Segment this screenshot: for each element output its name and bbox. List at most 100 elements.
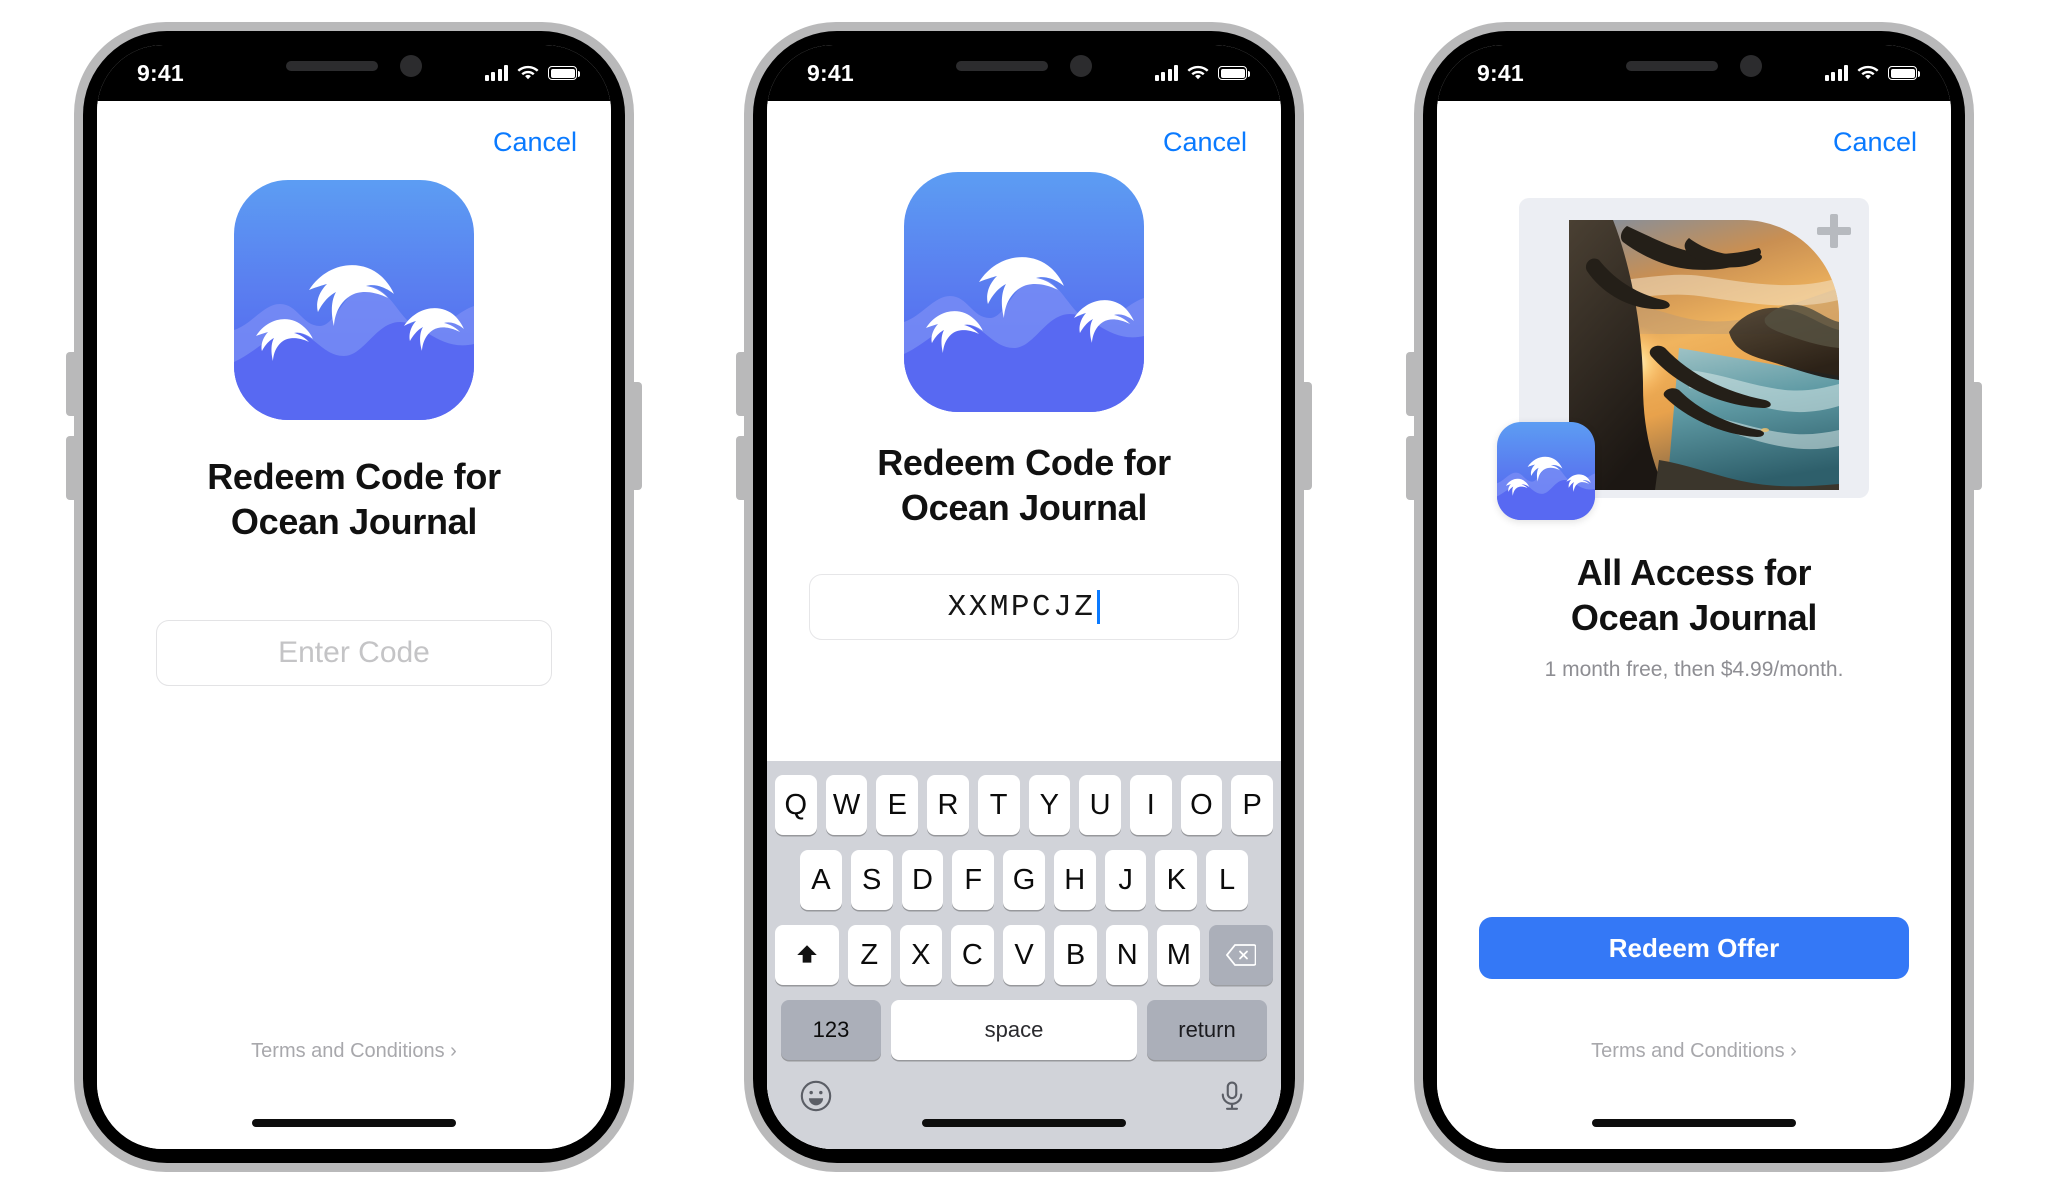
key-w[interactable]: W (825, 775, 868, 835)
front-camera (400, 55, 422, 77)
key-f[interactable]: F (952, 850, 995, 910)
emoji-smiley-icon[interactable] (799, 1079, 833, 1113)
keyboard-row-1: Q W E R T Y U I O P (774, 775, 1274, 835)
screenshot-stage: 9:41 Cancel Redeem Code for Ocean Journa… (0, 0, 2048, 1194)
title-line-2: Ocean Journal (1570, 597, 1818, 638)
keyboard-row-2: A S D F G H J K L (775, 850, 1273, 910)
redeem-code-typing-page: Cancel Redeem Code for Ocean Journal XXM… (767, 101, 1281, 1149)
title-line-2: Ocean Journal (230, 501, 478, 542)
power-button[interactable] (630, 382, 642, 490)
code-input[interactable] (157, 621, 551, 685)
page-title: All Access for Ocean Journal (1571, 550, 1817, 640)
on-screen-keyboard[interactable]: Q W E R T Y U I O P A S D F G H J K L Z … (767, 761, 1281, 1149)
earpiece-speaker (286, 61, 378, 71)
numbers-key[interactable]: 123 (781, 1000, 881, 1060)
key-c[interactable]: C (951, 925, 994, 985)
key-p[interactable]: P (1231, 775, 1274, 835)
status-time: 9:41 (137, 59, 184, 86)
phone-screen-2: 9:41 Cancel Redeem Code for Ocean Journa… (767, 45, 1281, 1149)
battery-icon (1888, 66, 1920, 80)
microphone-icon[interactable] (1215, 1079, 1249, 1113)
title-line-1: All Access for (1576, 552, 1812, 593)
wifi-icon (1857, 65, 1879, 80)
phone-mockup-2: 9:41 Cancel Redeem Code for Ocean Journa… (736, 22, 1312, 1172)
power-button[interactable] (1300, 382, 1312, 490)
key-q[interactable]: Q (774, 775, 817, 835)
terms-and-conditions-link[interactable]: Terms and Conditions › (1437, 1040, 1951, 1063)
key-x[interactable]: X (899, 925, 943, 985)
shift-arrow-icon[interactable] (775, 925, 839, 985)
phone-screen-3: 9:41 Cancel All Access for Ocean Journal… (1437, 45, 1951, 1149)
code-input-value: XXMPCJZ (947, 589, 1096, 625)
earpiece-speaker (956, 61, 1048, 71)
status-time: 9:41 (1477, 59, 1524, 86)
cancel-button[interactable]: Cancel (493, 127, 577, 158)
home-indicator (922, 1119, 1126, 1127)
terms-and-conditions-link[interactable]: Terms and Conditions › (97, 1040, 611, 1063)
key-z[interactable]: Z (847, 925, 891, 985)
keyboard-row-4: 123 space return (775, 1000, 1273, 1060)
keyboard-row-3: Z X C V B N M (775, 925, 1273, 985)
key-r[interactable]: R (927, 775, 969, 835)
cancel-button[interactable]: Cancel (1163, 127, 1247, 158)
ocean-waves-app-icon (234, 180, 474, 420)
wifi-icon (1187, 65, 1209, 80)
key-k[interactable]: K (1155, 850, 1198, 910)
backspace-icon[interactable] (1209, 925, 1273, 985)
redeem-code-page: Cancel Redeem Code for Ocean Journal Ent… (97, 101, 611, 1149)
key-b[interactable]: B (1054, 925, 1097, 985)
key-e[interactable]: E (876, 775, 919, 835)
battery-icon (1218, 66, 1250, 80)
title-line-2: Ocean Journal (900, 487, 1148, 528)
status-icons (1154, 65, 1250, 81)
key-o[interactable]: O (1180, 775, 1223, 835)
offer-page: Cancel All Access for Ocean Journal 1 mo… (1437, 101, 1951, 1149)
key-v[interactable]: V (1002, 925, 1046, 985)
earpiece-speaker (1626, 61, 1718, 71)
key-d[interactable]: D (901, 850, 944, 910)
key-a[interactable]: A (799, 850, 842, 910)
status-time: 9:41 (807, 59, 854, 86)
keyboard-accessory-row (775, 1075, 1273, 1149)
notch (1559, 45, 1829, 87)
key-t[interactable]: T (977, 775, 1020, 835)
home-indicator (1592, 1119, 1796, 1127)
ocean-waves-app-icon (904, 172, 1144, 412)
key-h[interactable]: H (1053, 850, 1096, 910)
offer-hero-card (1497, 198, 1869, 520)
phone-screen-1: 9:41 Cancel Redeem Code for Ocean Journa… (97, 45, 611, 1149)
title-line-1: Redeem Code for (207, 456, 501, 497)
status-icons (484, 65, 580, 81)
status-icons (1824, 65, 1920, 81)
key-n[interactable]: N (1105, 925, 1149, 985)
plus-icon (1817, 214, 1851, 248)
power-button[interactable] (1970, 382, 1982, 490)
return-key[interactable]: return (1147, 1000, 1267, 1060)
cancel-button[interactable]: Cancel (1833, 127, 1917, 158)
home-indicator (252, 1119, 456, 1127)
code-input-wrapper[interactable]: XXMPCJZ (809, 574, 1239, 640)
phone-mockup-3: 9:41 Cancel All Access for Ocean Journal… (1406, 22, 1982, 1172)
front-camera (1740, 55, 1762, 77)
key-y[interactable]: Y (1028, 775, 1071, 835)
key-i[interactable]: I (1129, 775, 1172, 835)
space-key[interactable]: space (891, 1000, 1137, 1060)
page-title: Redeem Code for Ocean Journal (877, 440, 1171, 530)
coastal-sunset-photo (1569, 220, 1839, 490)
title-line-1: Redeem Code for (877, 442, 1171, 483)
key-m[interactable]: M (1157, 925, 1201, 985)
key-s[interactable]: S (850, 850, 893, 910)
battery-icon (548, 66, 580, 80)
ocean-waves-app-icon (1497, 422, 1595, 520)
phone-mockup-1: 9:41 Cancel Redeem Code for Ocean Journa… (66, 22, 642, 1172)
redeem-offer-button[interactable]: Redeem Offer (1479, 917, 1909, 979)
key-u[interactable]: U (1079, 775, 1121, 835)
wifi-icon (517, 65, 539, 80)
key-j[interactable]: J (1104, 850, 1147, 910)
code-input-wrapper[interactable] (156, 620, 552, 686)
page-title: Redeem Code for Ocean Journal (207, 454, 501, 544)
notch (219, 45, 489, 87)
key-l[interactable]: L (1206, 850, 1249, 910)
key-g[interactable]: G (1003, 850, 1045, 910)
text-caret (1097, 590, 1101, 624)
